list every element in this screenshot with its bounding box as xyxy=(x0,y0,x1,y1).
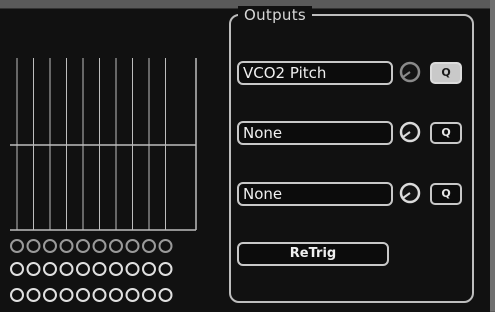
outputs-title: Outputs xyxy=(238,6,313,24)
jack-icon[interactable] xyxy=(76,239,90,253)
jack-icon[interactable] xyxy=(59,288,74,302)
matrix-grid xyxy=(10,58,197,302)
output-select-3[interactable]: None xyxy=(237,182,393,206)
jack-icon[interactable] xyxy=(59,262,74,276)
output-row-2: None Q xyxy=(237,121,467,145)
window-edge xyxy=(490,0,495,311)
jack-icon[interactable] xyxy=(109,262,123,276)
jack-icon[interactable] xyxy=(76,262,90,276)
jack-icon[interactable] xyxy=(43,288,57,302)
retrig-button[interactable]: ReTrig xyxy=(237,242,389,266)
jack-icon[interactable] xyxy=(125,239,140,253)
jack-icon[interactable] xyxy=(125,262,140,276)
jack-icon[interactable] xyxy=(26,288,41,302)
knob-icon[interactable] xyxy=(398,181,422,205)
output-select-1[interactable]: VCO2 Pitch xyxy=(237,61,393,85)
jack-icon[interactable] xyxy=(43,262,57,276)
jack-icon[interactable] xyxy=(109,239,123,253)
jack-icon[interactable] xyxy=(26,239,41,253)
jack-icon[interactable] xyxy=(109,288,123,302)
q-button-3[interactable]: Q xyxy=(430,183,462,205)
jack-icon[interactable] xyxy=(10,262,24,276)
routing-matrix xyxy=(10,58,200,308)
jack-icon[interactable] xyxy=(158,288,173,302)
jack-icon[interactable] xyxy=(92,288,107,302)
jack-icon[interactable] xyxy=(142,262,156,276)
jack-icon[interactable] xyxy=(158,262,173,276)
jack-icon[interactable] xyxy=(142,288,156,302)
jack-icon[interactable] xyxy=(158,239,173,253)
jack-icon[interactable] xyxy=(125,288,140,302)
q-button-1[interactable]: Q xyxy=(430,62,462,84)
output-row-3: None Q xyxy=(237,182,467,206)
knob-icon[interactable] xyxy=(398,120,422,144)
jack-icon[interactable] xyxy=(92,262,107,276)
q-button-2[interactable]: Q xyxy=(430,122,462,144)
jack-icon[interactable] xyxy=(43,239,57,253)
jack-icon[interactable] xyxy=(142,239,156,253)
output-row-1: VCO2 Pitch Q xyxy=(237,61,467,85)
jack-icon[interactable] xyxy=(10,239,24,253)
jack-icon[interactable] xyxy=(76,288,90,302)
jack-icon[interactable] xyxy=(10,288,24,302)
jack-icon[interactable] xyxy=(59,239,74,253)
jack-icon[interactable] xyxy=(26,262,41,276)
output-select-2[interactable]: None xyxy=(237,121,393,145)
knob-icon[interactable] xyxy=(398,60,422,84)
jack-icon[interactable] xyxy=(92,239,107,253)
